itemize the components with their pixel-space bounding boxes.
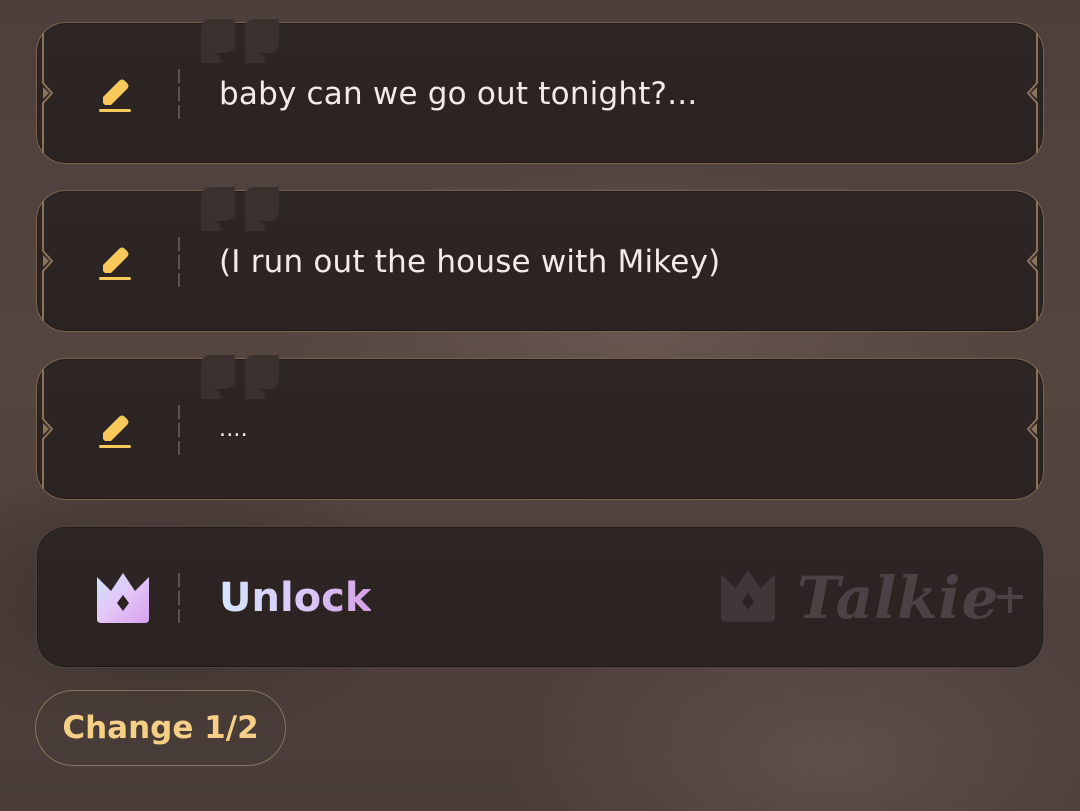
watermark-crown-icon xyxy=(721,570,775,622)
reply-text: .... xyxy=(219,417,248,442)
unlock-option-card[interactable]: Unlock Talkie xyxy=(36,526,1044,668)
unlock-label: Unlock xyxy=(219,527,371,669)
divider xyxy=(178,69,180,119)
pencil-icon[interactable] xyxy=(95,75,135,115)
divider xyxy=(178,237,180,287)
crown-icon xyxy=(97,573,149,623)
pencil-icon[interactable] xyxy=(95,243,135,283)
change-button-label: Change 1/2 xyxy=(62,710,259,746)
divider xyxy=(178,405,180,455)
frame-ornament-right xyxy=(1026,33,1038,153)
pencil-icon[interactable] xyxy=(95,411,135,451)
frame-ornament-right xyxy=(1026,201,1038,321)
plus-icon xyxy=(997,587,1023,613)
reply-option-card[interactable]: baby can we go out tonight?... xyxy=(36,19,1044,164)
reply-text: (I run out the house with Mikey) xyxy=(219,244,721,280)
reply-option-card[interactable]: .... xyxy=(36,355,1044,500)
frame-ornament-left xyxy=(42,201,54,321)
reply-option-card[interactable]: (I run out the house with Mikey) xyxy=(36,187,1044,332)
frame-ornament-right xyxy=(1026,369,1038,489)
talkie-watermark-text: Talkie xyxy=(797,564,1000,632)
reply-text: baby can we go out tonight?... xyxy=(219,76,698,112)
change-button[interactable]: Change 1/2 xyxy=(35,690,286,766)
frame-ornament-left xyxy=(42,33,54,153)
divider xyxy=(178,573,180,623)
frame-ornament-left xyxy=(42,369,54,489)
